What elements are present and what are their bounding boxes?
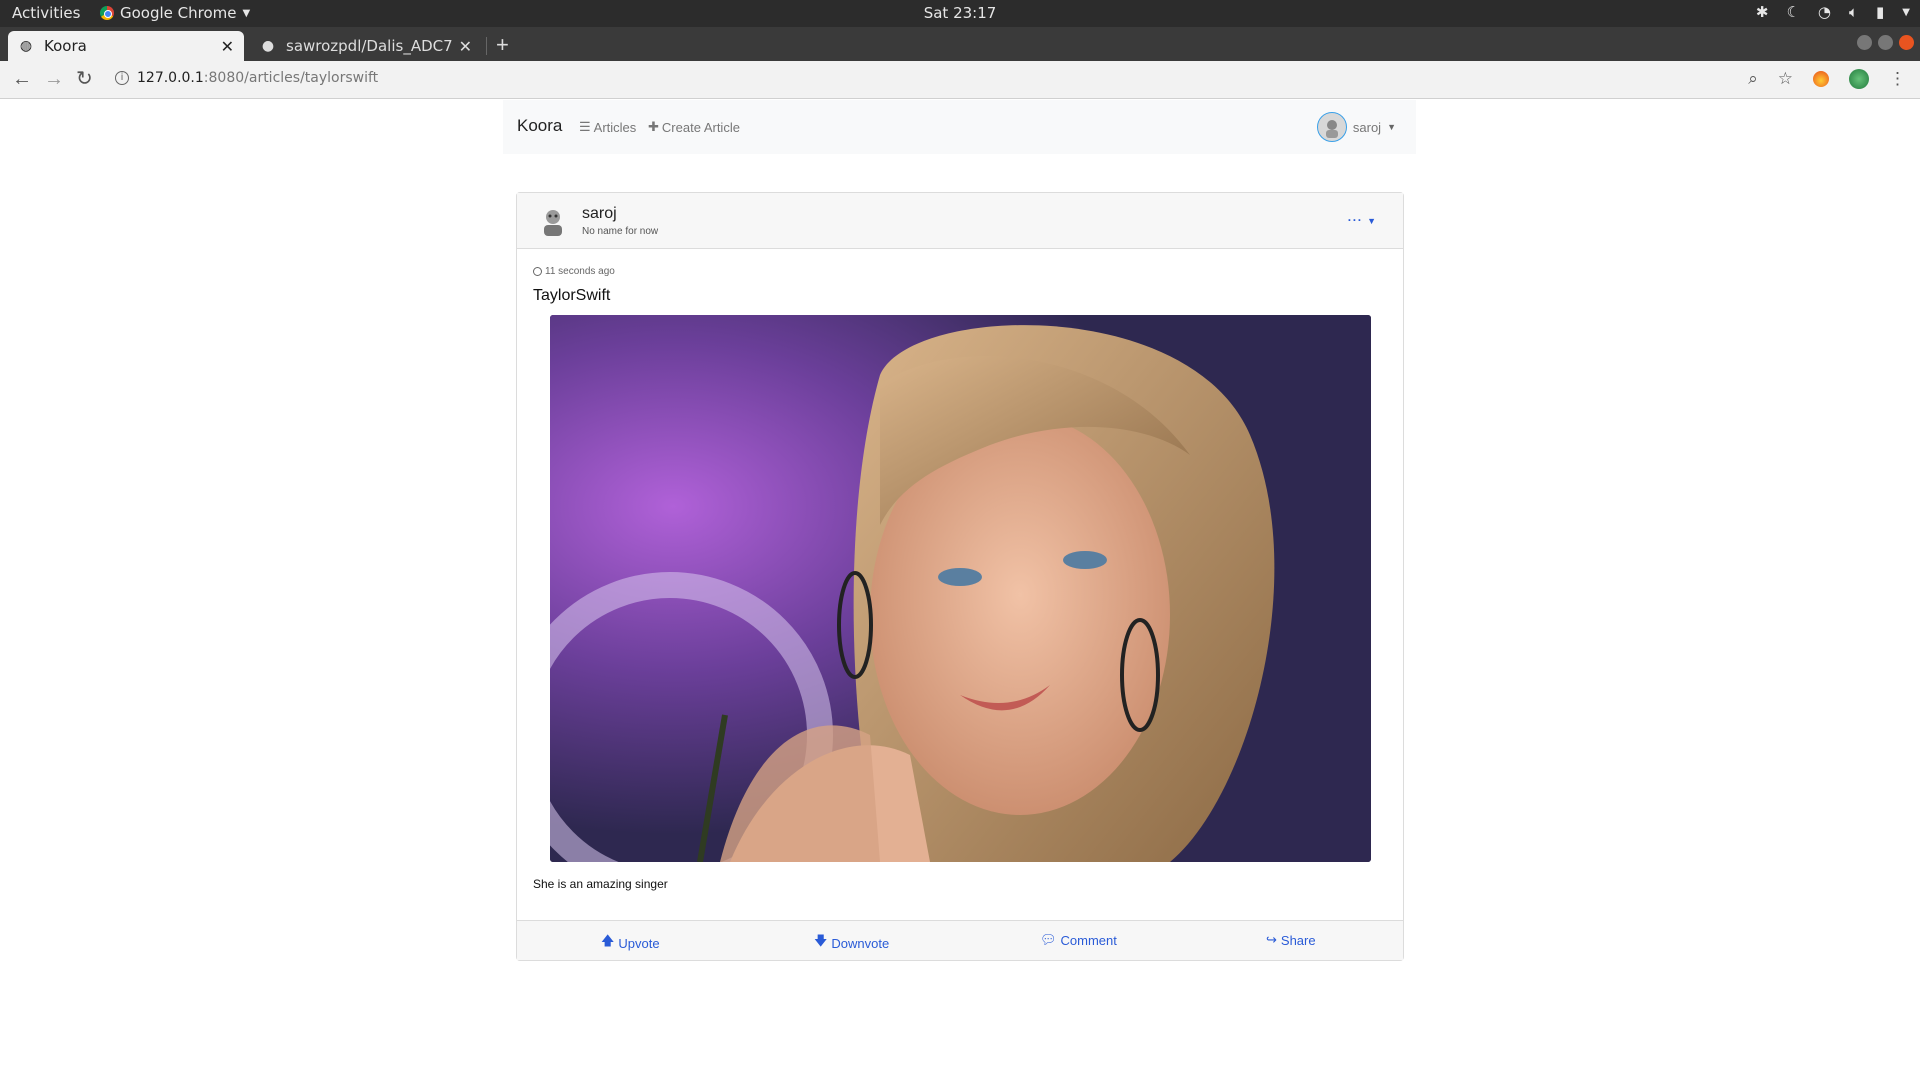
avatar xyxy=(1316,112,1347,142)
extension-icon[interactable] xyxy=(1813,71,1829,87)
app-menu[interactable]: Google Chrome ▼ xyxy=(100,4,250,22)
share-button[interactable]: ↪ Share xyxy=(1266,932,1316,948)
comment-button[interactable]: 💬︎ Comment xyxy=(1040,932,1117,948)
nav-articles-label: Articles xyxy=(593,119,637,135)
list-icon: ☰ xyxy=(579,119,591,134)
article-body: She is an amazing singer xyxy=(533,877,668,891)
chevron-down-icon: ▼ xyxy=(1387,122,1396,132)
author-fullname: No name for now xyxy=(582,226,659,237)
tab-title: Koora xyxy=(44,37,87,55)
post-timestamp: 11 seconds ago xyxy=(533,266,615,277)
article-card: saroj No name for now ··· ▼ 11 seconds a… xyxy=(516,192,1404,961)
card-actions: 🡅 Upvote 🡇 Downvote 💬︎ Comment ↪ Share xyxy=(517,920,1403,960)
profile-avatar[interactable] xyxy=(1849,69,1869,89)
close-tab-icon[interactable]: ✕ xyxy=(221,37,234,56)
activities-button[interactable]: Activities xyxy=(12,4,80,22)
downvote-label: Downvote xyxy=(831,935,890,951)
address-bar[interactable]: i 127.0.0.1:8080/articles/taylorswift xyxy=(115,70,378,86)
url-path: :8080/articles/taylorswift xyxy=(203,70,379,86)
reload-button[interactable]: ↻ xyxy=(76,68,93,90)
arrow-down-icon: 🡇 xyxy=(814,933,828,948)
browser-toolbar: ← → ↻ i 127.0.0.1:8080/articles/taylorsw… xyxy=(0,61,1920,99)
wifi-icon[interactable]: ◔ xyxy=(1818,3,1831,21)
app-navbar: Koora ☰ Articles ✚ Create Article saroj … xyxy=(503,100,1416,154)
bookmark-star-icon[interactable]: ☆ xyxy=(1778,69,1793,89)
upvote-label: Upvote xyxy=(618,935,660,951)
author-username[interactable]: saroj xyxy=(582,205,617,223)
back-button[interactable]: ← xyxy=(12,68,32,90)
night-light-icon[interactable]: ☾ xyxy=(1786,3,1799,21)
user-dropdown[interactable]: saroj ▼ xyxy=(1316,112,1396,142)
system-tray[interactable]: ✱ ☾ ◔ 🔈︎ ▮ ▼ xyxy=(1756,3,1910,21)
maximize-button[interactable] xyxy=(1878,35,1893,50)
chevron-down-icon: ▼ xyxy=(1367,216,1377,226)
zoom-icon[interactable]: ⌕ xyxy=(1748,69,1758,89)
author-avatar[interactable] xyxy=(537,205,569,237)
article-image xyxy=(550,315,1371,862)
comment-label: Comment xyxy=(1060,932,1117,948)
downvote-button[interactable]: 🡇 Downvote xyxy=(814,932,889,954)
timestamp-text: 11 seconds ago xyxy=(545,266,615,277)
battery-icon[interactable]: ▮ xyxy=(1876,3,1884,21)
tab-separator xyxy=(486,37,487,55)
system-top-bar: Activities Google Chrome ▼ Sat 23:17 ✱ ☾… xyxy=(0,0,1920,27)
new-tab-button[interactable]: + xyxy=(496,33,509,57)
globe-icon: ◍ xyxy=(19,38,33,54)
tab-title: sawrozpdl/Dalis_ADC7: C xyxy=(286,37,453,55)
system-clock[interactable]: Sat 23:17 xyxy=(0,4,1920,22)
close-window-button[interactable] xyxy=(1899,35,1914,50)
article-title: TaylorSwift xyxy=(533,287,611,304)
tab-koora[interactable]: ◍ Koora ✕ xyxy=(8,31,244,61)
nav-articles[interactable]: ☰ Articles xyxy=(579,119,636,135)
tab-github[interactable]: ● sawrozpdl/Dalis_ADC7: C ✕ xyxy=(250,31,482,61)
chevron-down-icon[interactable]: ▼ xyxy=(1902,7,1910,18)
close-tab-icon[interactable]: ✕ xyxy=(459,37,472,56)
share-label: Share xyxy=(1280,932,1316,948)
info-icon[interactable]: i xyxy=(115,71,129,85)
minimize-button[interactable] xyxy=(1857,35,1872,50)
plus-icon: ✚ xyxy=(648,119,659,134)
window-controls xyxy=(1857,35,1914,50)
github-icon: ● xyxy=(261,38,275,54)
nav-create-article[interactable]: ✚ Create Article xyxy=(648,119,740,135)
chevron-down-icon: ▼ xyxy=(242,7,251,19)
forward-button[interactable]: → xyxy=(44,68,64,90)
slack-icon[interactable]: ✱ xyxy=(1756,3,1769,21)
arrow-up-icon: 🡅 xyxy=(601,933,615,948)
brand-link[interactable]: Koora xyxy=(517,116,562,136)
share-icon: ↪ xyxy=(1266,932,1277,947)
nav-create-article-label: Create Article xyxy=(661,119,740,135)
more-options-button[interactable]: ··· ▼ xyxy=(1348,213,1377,227)
menu-kebab-icon[interactable]: ⋮ xyxy=(1889,69,1906,89)
volume-icon[interactable]: 🔈︎ xyxy=(1849,3,1858,21)
user-name: saroj xyxy=(1352,119,1382,135)
comment-icon: 💬︎ xyxy=(1040,932,1057,947)
clock-icon xyxy=(533,267,542,276)
card-header: saroj No name for now ··· ▼ xyxy=(517,193,1403,249)
upvote-button[interactable]: 🡅 Upvote xyxy=(601,932,660,954)
chrome-icon xyxy=(100,6,114,20)
tab-strip: ◍ Koora ✕ ● sawrozpdl/Dalis_ADC7: C ✕ + xyxy=(0,27,1920,61)
url-host: 127.0.0.1 xyxy=(137,70,204,86)
app-menu-label: Google Chrome xyxy=(120,4,237,22)
